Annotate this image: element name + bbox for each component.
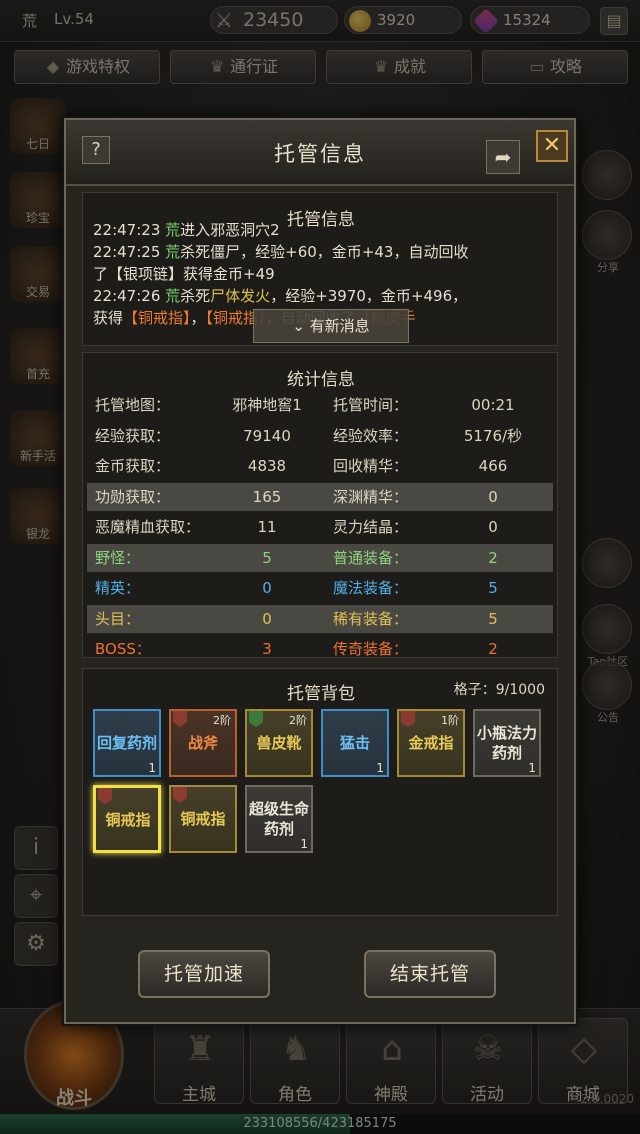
stat-value: 11 [257, 518, 277, 536]
stat-value: 165 [252, 487, 282, 506]
stats-panel-title: 统计信息 [287, 370, 355, 390]
share-arrow-icon[interactable]: ➦ [486, 140, 520, 174]
stat-row: 头目： 0 稀有装备： 5 [87, 604, 553, 633]
stat-value: 3 [262, 640, 272, 658]
log-segment: ， [190, 309, 206, 327]
log-line: 22:47:26 荒杀死尸体发火，经验+3970，金币+496， [93, 285, 543, 307]
bag-item-name: 铜戒指 [105, 811, 151, 829]
stat-label: 金币获取： [95, 457, 171, 475]
log-segment: 荒 [165, 243, 181, 261]
end-auto-battle-button[interactable]: 结束托管 [364, 950, 496, 998]
bag-item-count: 1 [376, 761, 384, 775]
stat-label: BOSS： [95, 640, 151, 658]
stat-row: 野怪： 5 普通装备： 2 [87, 543, 553, 572]
log-segment: 获得 [93, 309, 124, 327]
stat-value: 5176/秒 [463, 426, 523, 445]
log-segment: 荒 [165, 287, 181, 305]
bag-item-slot[interactable]: 铜戒指 [93, 785, 161, 853]
bag-item-slot[interactable]: 战斧 2阶 [169, 709, 237, 777]
log-line: 22:47:23 荒进入邪恶洞穴2 [93, 219, 543, 241]
log-segment: 了【银项链】获得金币+49 [93, 265, 275, 283]
stat-value: 0 [488, 487, 498, 506]
stat-value: 0 [262, 579, 272, 597]
dialog-header: ? 托管信息 ➦ ✕ [66, 120, 574, 186]
stat-row: 经验获取： 79140 经验效率： 5176/秒 [87, 422, 553, 450]
stat-row: 恶魔精血获取： 11 灵力结晶： 0 [87, 513, 553, 541]
bag-item-tier: 2阶 [213, 714, 231, 727]
bag-item-name: 铜戒指 [180, 810, 226, 828]
stat-label: 传奇装备： [333, 640, 409, 658]
stat-value: 5 [262, 548, 272, 567]
stat-label: 托管时间： [333, 396, 409, 414]
speed-up-button[interactable]: 托管加速 [138, 950, 270, 998]
stat-value: 2 [488, 548, 498, 567]
log-segment: 22:47:23 [93, 221, 166, 239]
stat-value: 466 [478, 457, 508, 475]
close-button[interactable]: ✕ [536, 130, 568, 162]
stat-row: 精英： 0 魔法装备： 5 [87, 574, 553, 602]
stat-label: 头目： [95, 609, 141, 628]
stat-value: 2 [488, 640, 498, 658]
bag-item-slot[interactable]: 猛击 1 [321, 709, 389, 777]
stat-label: 经验获取： [95, 426, 171, 445]
bag-item-count: 1 [528, 761, 536, 775]
bag-item-count: 1 [300, 837, 308, 851]
log-line: 了【银项链】获得金币+49 [93, 263, 543, 285]
auto-battle-dialog: ? 托管信息 ➦ ✕ 托管信息 22:47:23 荒进入邪恶洞穴2 22:47:2… [64, 118, 576, 1024]
bag-item-slot[interactable]: 铜戒指 [169, 785, 237, 853]
stat-label: 恶魔精血获取： [95, 518, 201, 536]
log-segment: 荒 [165, 221, 181, 239]
stat-value: 79140 [243, 426, 291, 445]
stat-row: 托管地图： 邪神地窖1 托管时间： 00:21 [87, 391, 553, 419]
stat-label: 托管地图： [95, 396, 171, 414]
log-segment: 22:47:25 [93, 243, 166, 261]
log-segment: 杀死僵尸，经验+60，金币+43，自动回收 [180, 243, 469, 261]
stat-value: 4838 [247, 457, 287, 475]
bag-item-tier: 1阶 [441, 714, 459, 727]
bag-item-slot[interactable]: 回复药剂 1 [93, 709, 161, 777]
stat-row: BOSS： 3 传奇装备： 2 [87, 635, 553, 663]
stat-row: 功勋获取： 165 深渊精华： 0 [87, 482, 553, 511]
stat-value: 邪神地窖1 [232, 396, 302, 414]
log-segment: 【铜戒指】 [123, 309, 191, 327]
stat-label: 回收精华： [333, 457, 409, 475]
bag-item-tier: 2阶 [289, 714, 307, 727]
stat-label: 深渊精华： [333, 487, 409, 506]
bag-item-slot[interactable]: 兽皮靴 2阶 [245, 709, 313, 777]
bag-item-count: 1 [148, 761, 156, 775]
log-segment: 进入邪恶洞穴2 [180, 221, 280, 239]
stats-panel: 统计信息 托管地图： 邪神地窖1 托管时间： 00:21 经验获取： 79140 经验效率：… [82, 352, 558, 658]
bag-item-slot[interactable]: 小瓶法力药剂 1 [473, 709, 541, 777]
stat-label: 功勋获取： [95, 487, 171, 506]
bag-item-slot[interactable]: 超级生命药剂 1 [245, 785, 313, 853]
log-segment: ，经验+3970，金币+496， [270, 287, 468, 305]
stat-label: 魔法装备： [333, 579, 409, 597]
log-segment: 22:47:26 [93, 287, 166, 305]
log-segment: 杀死 [180, 287, 211, 305]
log-line: 22:47:25 荒杀死僵尸，经验+60，金币+43，自动回收 [93, 241, 543, 263]
new-message-label: 有新消息 [309, 317, 370, 335]
log-panel: 托管信息 22:47:23 荒进入邪恶洞穴2 22:47:25 荒杀死僵尸，经验+… [82, 192, 558, 346]
stat-value: 0 [262, 609, 272, 628]
stat-label: 稀有装备： [333, 609, 409, 628]
stat-label: 经验效率： [333, 426, 409, 445]
log-segment: 尸体发火 [210, 287, 271, 305]
stat-label: 野怪： [95, 548, 141, 567]
stat-label: 普通装备： [333, 548, 409, 567]
new-message-button[interactable]: ⌄ 有新消息 [253, 309, 409, 343]
bag-capacity: 格子：9/1000 [453, 682, 545, 698]
bag-panel: 托管背包 格子：9/1000 回复药剂 1 战斧 2阶 兽皮靴 2阶 猛击 1 金戒指 1阶 小瓶法… [82, 668, 558, 916]
bag-item-slot[interactable]: 金戒指 1阶 [397, 709, 465, 777]
stat-value: 00:21 [471, 396, 515, 414]
stat-row: 金币获取： 4838 回收精华： 466 [87, 452, 553, 480]
stat-value: 0 [488, 518, 498, 536]
stat-label: 灵力结晶： [333, 518, 409, 536]
stat-label: 精英： [95, 579, 141, 597]
chevron-down-icon: ⌄ [292, 317, 310, 335]
stat-value: 5 [488, 579, 498, 597]
stat-value: 5 [488, 609, 498, 628]
